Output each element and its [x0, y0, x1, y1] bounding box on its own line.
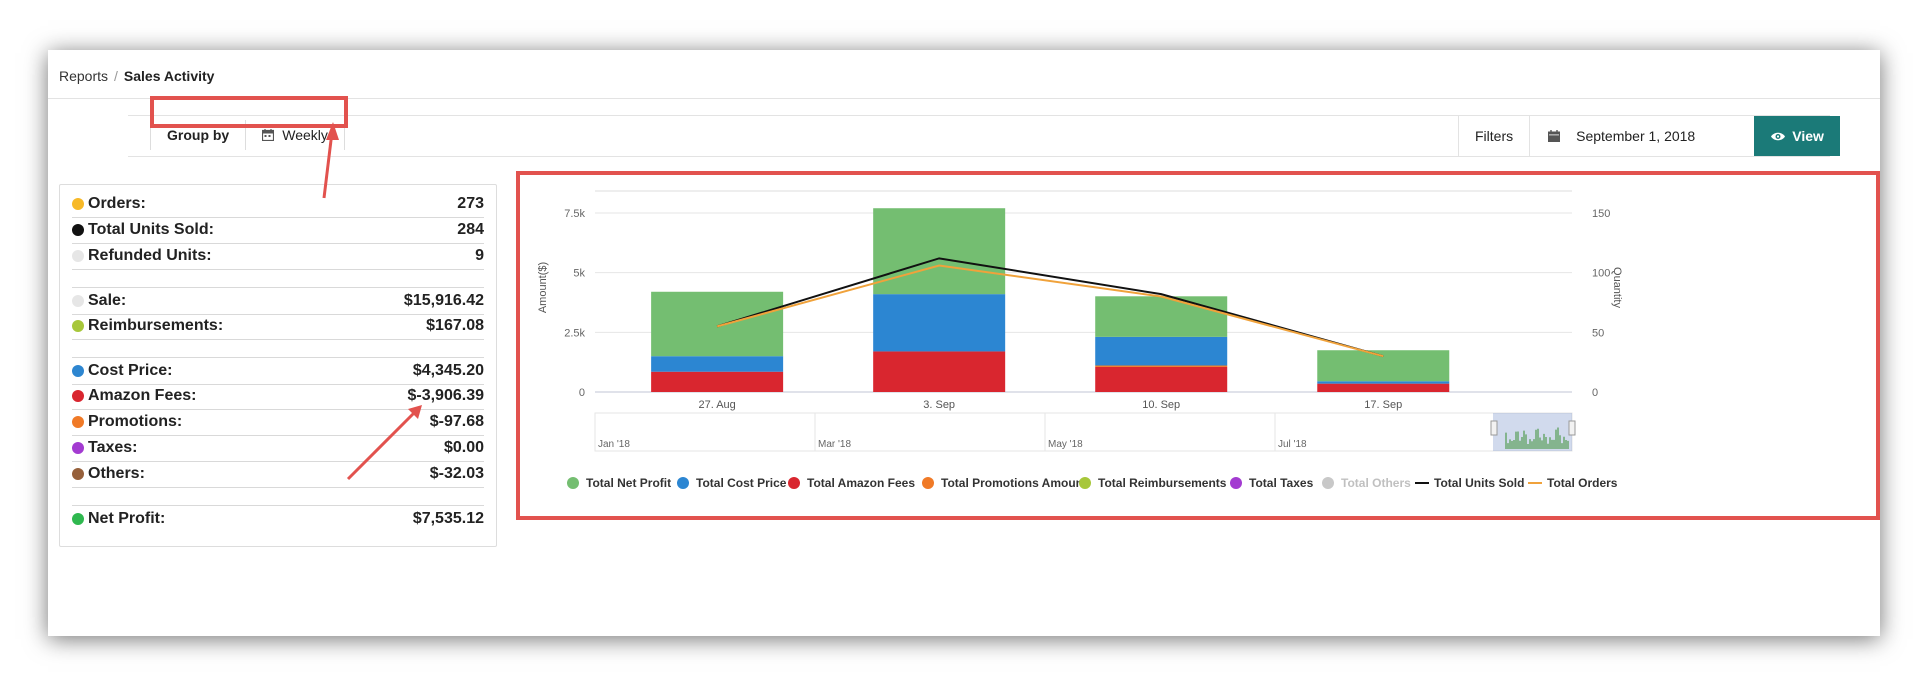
- summary-label: Total Units Sold:: [88, 221, 214, 238]
- chart-arrow: [346, 405, 422, 481]
- summary-value: $167.08: [426, 317, 484, 334]
- summary-label: Sale:: [88, 292, 127, 309]
- summary-value: 273: [457, 195, 484, 212]
- calendar-icon: [262, 129, 275, 141]
- breadcrumb: Reports / Sales Activity: [59, 68, 214, 84]
- orders-dot: [72, 198, 84, 210]
- view-button-label: View: [1792, 128, 1824, 144]
- summary-label: Orders:: [88, 195, 146, 212]
- reimbursements-dot: [72, 320, 84, 332]
- summary-label: Cost Price:: [88, 362, 173, 379]
- summary-row-refunded: Refunded Units: 9: [72, 243, 484, 270]
- summary-panel: Orders: 273 Total Units Sold: 284 Refunded…: [59, 184, 497, 547]
- view-button[interactable]: View: [1754, 116, 1841, 156]
- chart-highlight: [516, 171, 1880, 520]
- promotions-dot: [72, 416, 84, 428]
- date-value: September 1, 2018: [1576, 128, 1696, 144]
- summary-row-reimbursements: Reimbursements: $167.08: [72, 313, 484, 340]
- taxes-dot: [72, 442, 84, 454]
- breadcrumb-current: Sales Activity: [123, 68, 215, 84]
- summary-value: $4,345.20: [412, 362, 484, 379]
- filters-button[interactable]: Filters: [1458, 116, 1529, 156]
- summary-label: Reimbursements:: [88, 317, 224, 334]
- summary-value: 9: [475, 247, 484, 264]
- summary-value: $0.00: [443, 439, 484, 456]
- summary-row-net-profit: Net Profit: $7,535.12: [72, 505, 484, 532]
- summary-row-units-sold: Total Units Sold: 284: [72, 217, 484, 244]
- eye-icon: [1771, 132, 1786, 140]
- summary-row-orders: Orders: 273: [72, 191, 484, 218]
- summary-label: Net Profit:: [88, 510, 166, 527]
- calendar-icon: [1548, 130, 1561, 142]
- summary-value: $15,916.42: [403, 292, 484, 309]
- breadcrumb-separator: /: [114, 68, 118, 84]
- sale-dot: [72, 295, 84, 307]
- net-profit-dot: [72, 513, 84, 525]
- breadcrumb-reports-link[interactable]: Reports: [59, 68, 108, 84]
- others-dot: [72, 468, 84, 480]
- summary-row-sale: Sale: $15,916.42: [72, 287, 484, 315]
- summary-value: $7,535.12: [412, 510, 484, 527]
- report-page: Reports / Sales Activity Group by Weekly F…: [48, 50, 1880, 636]
- date-picker[interactable]: September 1, 2018: [1529, 116, 1754, 156]
- summary-value: 284: [457, 221, 484, 238]
- report-toolbar: Group by Weekly Filters September 1, 201…: [128, 115, 1841, 157]
- amazon-fees-dot: [72, 390, 84, 402]
- units-sold-dot: [72, 224, 84, 236]
- cost-price-dot: [72, 365, 84, 377]
- refunded-dot: [72, 250, 84, 262]
- filters-bar: Filters September 1, 2018 View: [1458, 116, 1841, 156]
- group-by-arrow: [322, 122, 339, 199]
- summary-label: Refunded Units:: [88, 247, 212, 264]
